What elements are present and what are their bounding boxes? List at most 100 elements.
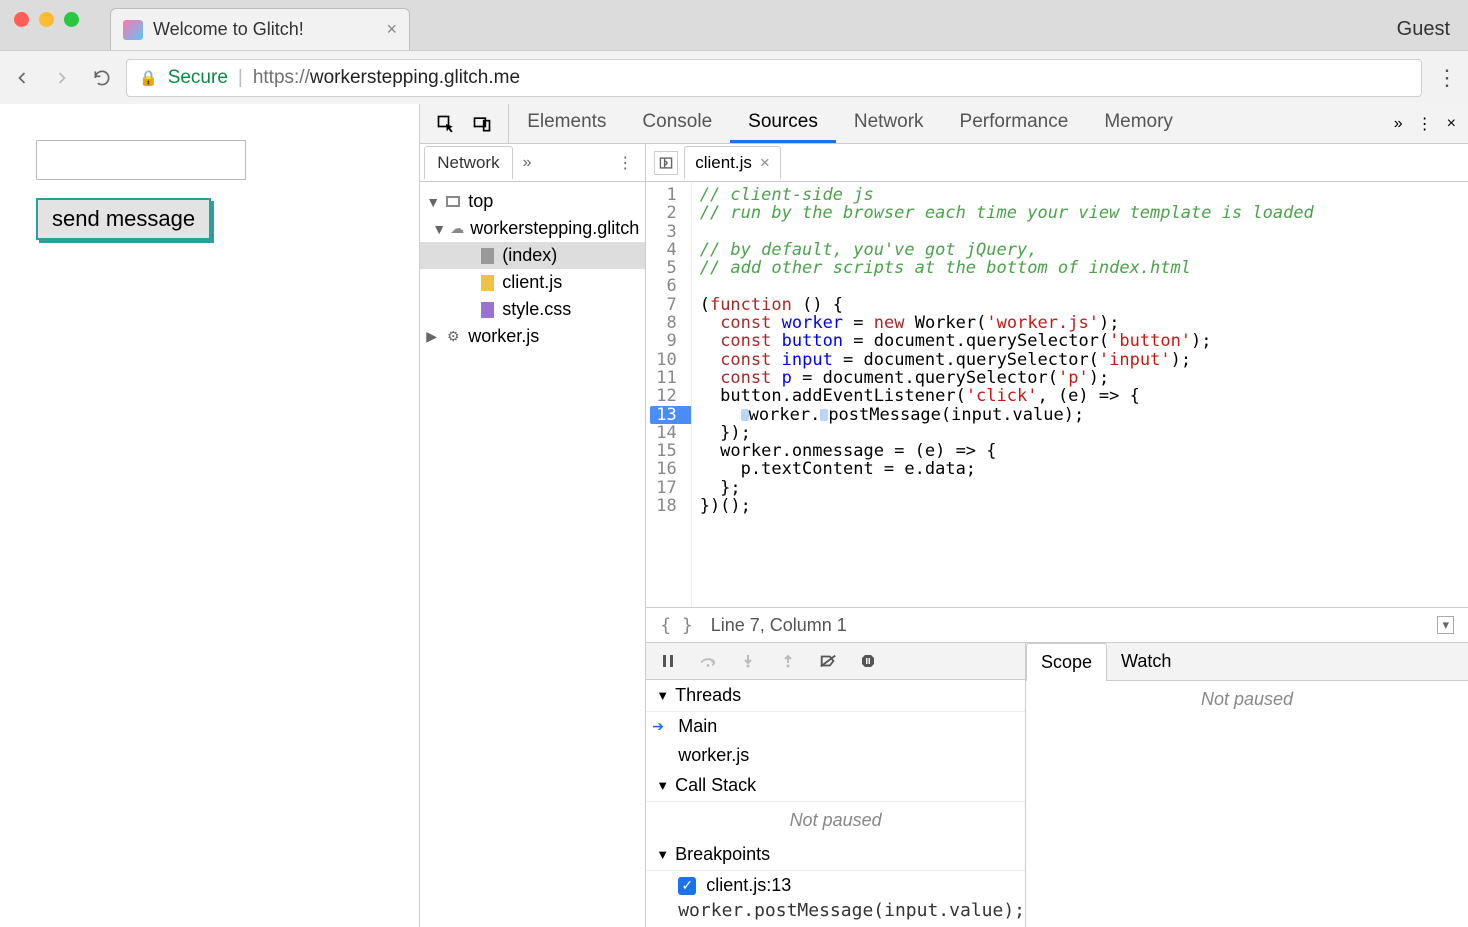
gutter-line[interactable]: 17	[650, 479, 682, 497]
gutter-line[interactable]: 13	[650, 406, 690, 424]
code-line: p.textContent = e.data;	[700, 460, 1460, 478]
code-line: worker.postMessage(input.value);	[700, 406, 1460, 424]
gutter-line[interactable]: 7	[650, 296, 682, 314]
callstack-section[interactable]: ▼ Call Stack	[646, 770, 1025, 802]
gutter-line[interactable]: 9	[650, 332, 682, 350]
editor-tab-clientjs[interactable]: client.js ×	[684, 146, 781, 179]
gutter-line[interactable]: 16	[650, 460, 682, 478]
callstack-not-paused: Not paused	[646, 802, 1025, 839]
code-line: // by default, you've got jQuery,	[700, 241, 1460, 259]
sources-editor: client.js × 123456789101112131415161718 …	[646, 144, 1468, 927]
scope-not-paused: Not paused	[1026, 681, 1468, 718]
gutter-line[interactable]: 2	[650, 204, 682, 222]
send-message-button[interactable]: send message	[36, 198, 211, 240]
code-line: button.addEventListener('click', (e) => …	[700, 387, 1460, 405]
window-controls	[14, 12, 79, 27]
tree-file-clientjs[interactable]: client.js	[420, 269, 645, 296]
scope-watch-tabs: Scope Watch	[1026, 643, 1468, 681]
gutter-line[interactable]: 14	[650, 424, 682, 442]
page-viewport: send message	[0, 104, 420, 927]
window-zoom-button[interactable]	[64, 12, 79, 27]
gutter-line[interactable]: 3	[650, 223, 682, 241]
gutter-line[interactable]: 11	[650, 369, 682, 387]
devtools-tab-network[interactable]: Network	[836, 104, 942, 143]
devtools-tab-memory[interactable]: Memory	[1086, 104, 1191, 143]
tree-file-index[interactable]: (index)	[420, 242, 645, 269]
devtools-menu-button[interactable]: ⋮	[1417, 114, 1433, 134]
address-bar[interactable]: 🔒 Secure | https://workerstepping.glitch…	[126, 59, 1422, 97]
gutter-line[interactable]: 15	[650, 442, 682, 460]
inspect-element-icon[interactable]	[436, 114, 456, 134]
scope-tab[interactable]: Scope	[1026, 643, 1107, 681]
devtools-tab-console[interactable]: Console	[624, 104, 730, 143]
content-area: send message ElementsConsoleSourcesNetwo…	[0, 104, 1468, 927]
tree-worker[interactable]: ▶ ⚙ worker.js	[420, 323, 645, 350]
gutter-line[interactable]: 18	[650, 497, 682, 515]
toggle-console-button[interactable]: ▾	[1437, 616, 1454, 634]
pause-button[interactable]	[658, 651, 678, 671]
code-line: });	[700, 424, 1460, 442]
gutter-line[interactable]: 8	[650, 314, 682, 332]
tree-file-stylecss[interactable]: style.css	[420, 296, 645, 323]
breakpoints-section[interactable]: ▼ Breakpoints	[646, 839, 1025, 871]
navigator-more-tabs[interactable]: »	[513, 154, 542, 172]
threads-section[interactable]: ▼ Threads	[646, 680, 1025, 712]
reload-button[interactable]	[90, 66, 114, 90]
code-line	[700, 223, 1460, 241]
breakpoint-code: worker.postMessage(input.value);	[646, 900, 1025, 927]
code-line: const p = document.querySelector('p');	[700, 369, 1460, 387]
step-out-button[interactable]	[778, 651, 798, 671]
forward-button[interactable]	[50, 66, 74, 90]
window-close-button[interactable]	[14, 12, 29, 27]
gutter-line[interactable]: 12	[650, 387, 682, 405]
gutter-line[interactable]: 1	[650, 186, 682, 204]
tab-close-button[interactable]: ×	[386, 19, 397, 40]
devtools-tab-elements[interactable]: Elements	[509, 104, 624, 143]
code-line	[700, 277, 1460, 295]
pause-on-exceptions-button[interactable]	[858, 651, 878, 671]
gutter-line[interactable]: 4	[650, 241, 682, 259]
code-line: // run by the browser each time your vie…	[700, 204, 1460, 222]
gutter-line[interactable]: 6	[650, 277, 682, 295]
lock-icon: 🔒	[139, 69, 158, 87]
tree-top-frame[interactable]: ▼ top	[420, 188, 645, 215]
code-editor[interactable]: 123456789101112131415161718 // client-si…	[646, 182, 1468, 607]
thread-item[interactable]: worker.js	[646, 741, 1025, 770]
navigator-tree: ▼ top ▼ ☁ workerstepping.glitch (index)	[420, 182, 645, 927]
more-tabs-button[interactable]: »	[1394, 115, 1403, 133]
code-line: })();	[700, 497, 1460, 515]
step-into-button[interactable]	[738, 651, 758, 671]
divider: |	[238, 67, 243, 89]
secure-label: Secure	[168, 67, 228, 89]
editor-tab-close[interactable]: ×	[760, 153, 770, 173]
tree-domain[interactable]: ▼ ☁ workerstepping.glitch	[420, 215, 645, 242]
navigator-menu[interactable]: ⋮	[609, 153, 641, 173]
pretty-print-button[interactable]: { }	[660, 615, 693, 636]
toggle-navigator-button[interactable]	[654, 151, 678, 175]
watch-tab[interactable]: Watch	[1107, 643, 1185, 680]
devtools-tab-sources[interactable]: Sources	[730, 104, 836, 143]
breakpoint-item[interactable]: ✓client.js:13	[646, 871, 1025, 900]
thread-item[interactable]: Main	[646, 712, 1025, 741]
navigator-tab-network[interactable]: Network	[424, 146, 512, 179]
gutter-line[interactable]: 10	[650, 351, 682, 369]
browser-menu-button[interactable]: ⋮	[1436, 65, 1458, 91]
devtools-tab-performance[interactable]: Performance	[942, 104, 1087, 143]
code-line: const input = document.querySelector('in…	[700, 351, 1460, 369]
gutter-line[interactable]: 5	[650, 259, 682, 277]
cursor-position: Line 7, Column 1	[711, 615, 847, 636]
back-button[interactable]	[10, 66, 34, 90]
message-input[interactable]	[36, 140, 246, 180]
step-over-button[interactable]	[698, 651, 718, 671]
window-minimize-button[interactable]	[39, 12, 54, 27]
deactivate-breakpoints-button[interactable]	[818, 651, 838, 671]
browser-tab[interactable]: Welcome to Glitch! ×	[110, 8, 410, 50]
code-line: };	[700, 479, 1460, 497]
code-line: const worker = new Worker('worker.js');	[700, 314, 1460, 332]
devtools-close-button[interactable]: ×	[1447, 115, 1456, 133]
breakpoint-checkbox[interactable]: ✓	[678, 877, 696, 895]
code-line: worker.onmessage = (e) => {	[700, 442, 1460, 460]
device-toolbar-icon[interactable]	[472, 114, 492, 134]
devtools-panel: ElementsConsoleSourcesNetworkPerformance…	[420, 104, 1468, 927]
tab-title: Welcome to Glitch!	[153, 19, 376, 40]
